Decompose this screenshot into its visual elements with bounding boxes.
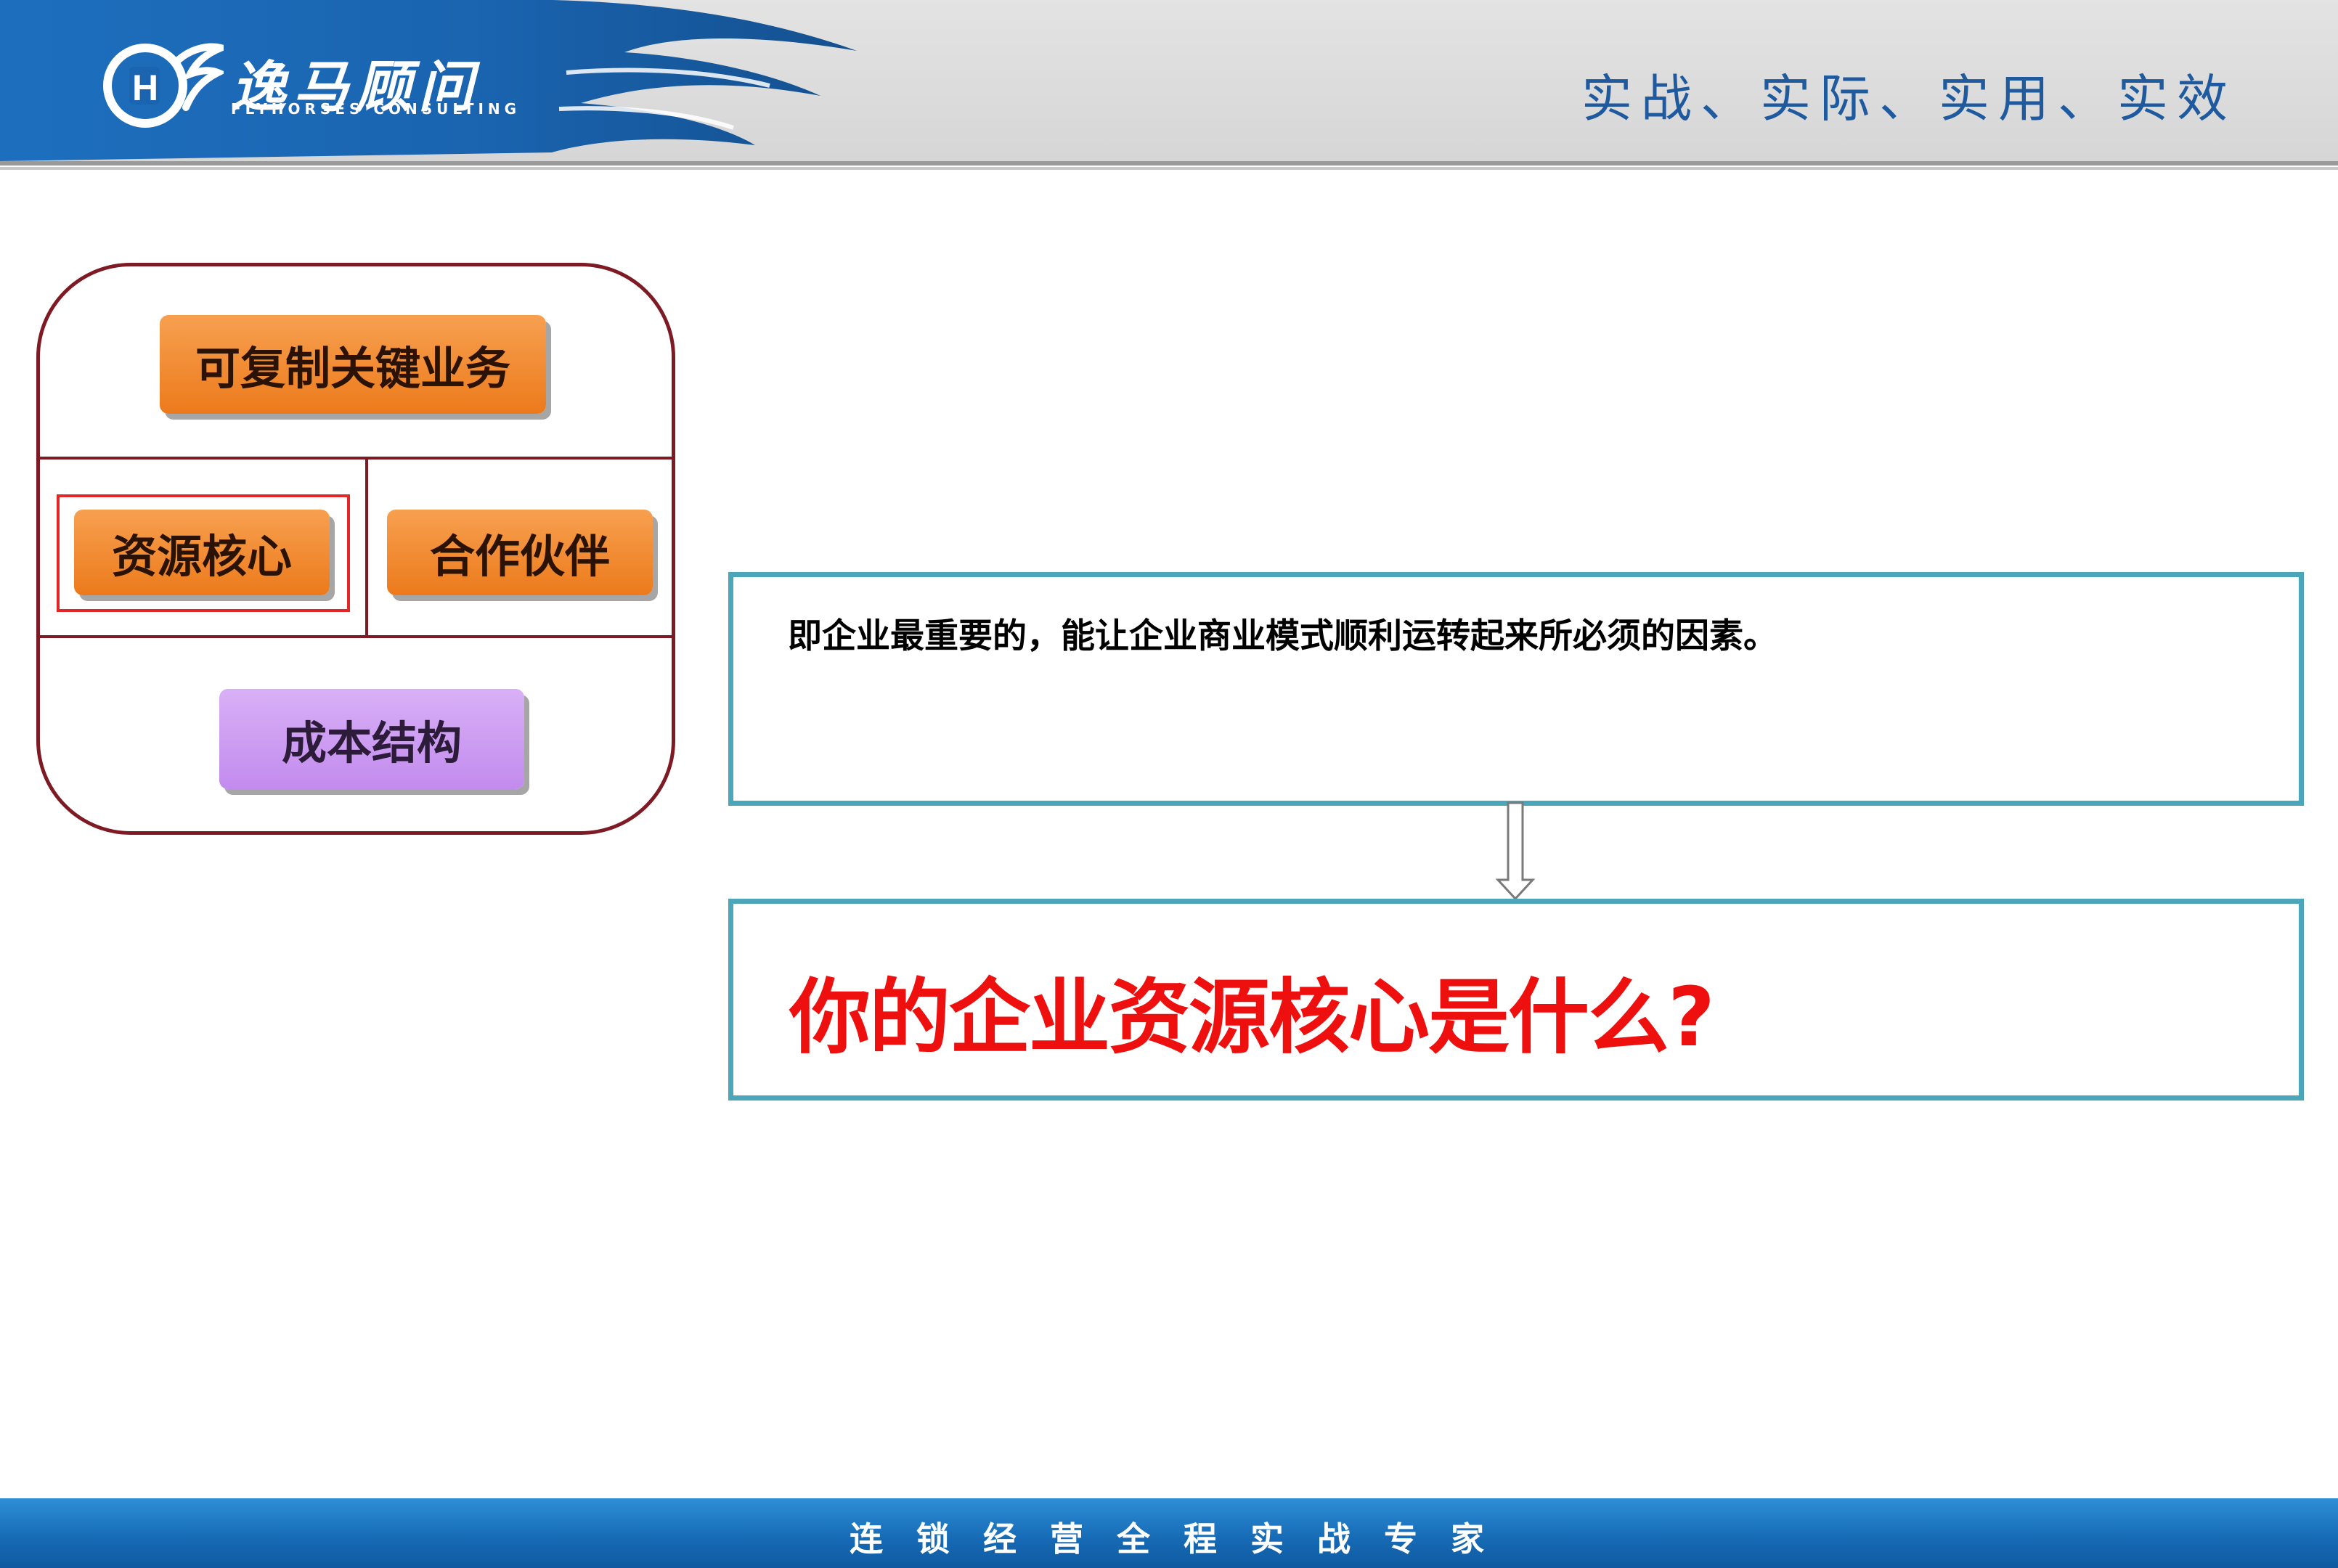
down-arrow-icon — [1496, 801, 1535, 901]
svg-text:H: H — [132, 68, 158, 108]
question-text: 你的企业资源核心是什么? — [789, 971, 1715, 1065]
definition-box: 即企业最重要的，能让企业商业模式顺利运转起来所必须的因素。 — [728, 572, 2304, 806]
business-model-canvas-panel: 可复制关键业务 资源核心 合作伙伴 成本结构 — [36, 263, 675, 835]
key-partners-block: 合作伙伴 — [387, 510, 653, 595]
key-resources-highlight-frame — [57, 494, 350, 612]
panel-divider-bottom — [40, 635, 672, 638]
definition-text: 即企业最重要的，能让企业商业模式顺利运转起来所必须的因素。 — [788, 616, 1777, 656]
header-divider — [0, 161, 2338, 166]
question-box: 你的企业资源核心是什么? — [728, 899, 2304, 1101]
header-slogan: 实战、实际、实用、实效 — [1581, 69, 2236, 128]
footer-band: 连锁经营全程实战专家 — [0, 1498, 2338, 1568]
brand-name-en: FLYHORSES CONSULTING — [231, 100, 521, 118]
key-activities-block: 可复制关键业务 — [160, 315, 546, 414]
header-divider-secondary — [0, 167, 2338, 170]
panel-divider-top — [40, 457, 672, 460]
flyhorses-logo-icon: H — [103, 43, 224, 128]
header: H 逸马顾问 FLYHORSES CONSULTING 实战、实际、实用、实效 — [0, 0, 2338, 174]
panel-divider-middle — [365, 458, 368, 637]
cost-structure-block: 成本结构 — [219, 689, 524, 789]
footer-tagline: 连锁经营全程实战专家 — [850, 1519, 1518, 1559]
